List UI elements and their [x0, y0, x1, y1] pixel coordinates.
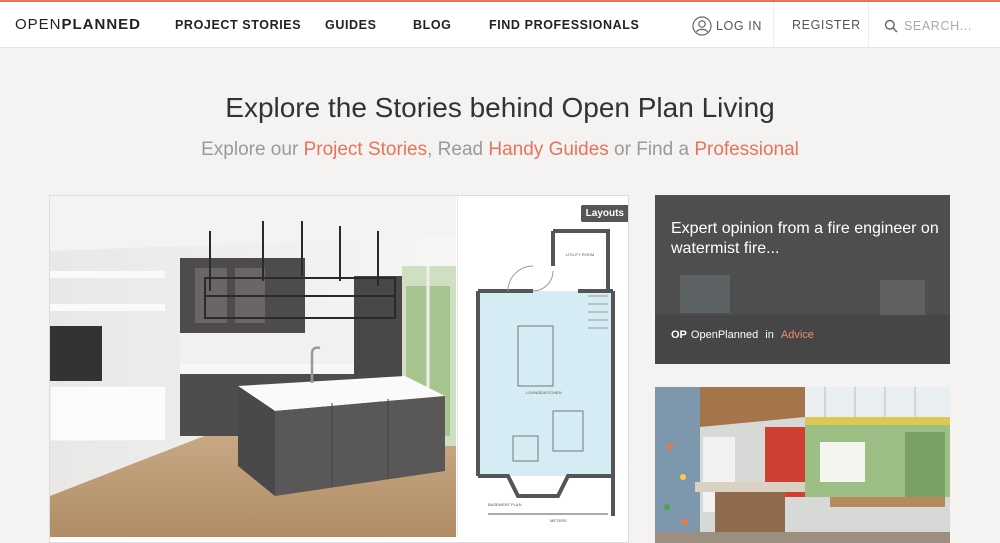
login-link[interactable]: LOG IN: [692, 14, 762, 38]
featured-story-card[interactable]: UTILITY ROOM LOUNGE/KITCHEN BASEMENT PLA…: [49, 195, 629, 543]
nav-guides[interactable]: GUIDES: [325, 18, 377, 32]
plan-label-meters: METERS: [550, 518, 567, 523]
link-project-stories[interactable]: Project Stories: [304, 139, 428, 160]
logo-part-open: OPEN: [15, 16, 62, 33]
nav-blog[interactable]: BLOG: [413, 18, 452, 32]
in-word: in: [762, 329, 777, 341]
nav-find-professionals[interactable]: FIND PROFESSIONALS: [489, 18, 639, 32]
floor-plan-image: UTILITY ROOM LOUNGE/KITCHEN BASEMENT PLA…: [457, 196, 628, 537]
plan-label-lounge: LOUNGE/KITCHEN: [526, 390, 562, 395]
hero-sub-text: Explore our: [201, 139, 304, 160]
link-professional[interactable]: Professional: [694, 139, 799, 160]
kitchen-photo: [50, 196, 456, 537]
advice-story-card[interactable]: Expert opinion from a fire engineer on w…: [655, 195, 950, 364]
card-title: Expert opinion from a fire engineer on w…: [671, 220, 939, 257]
hero-sub-text: or Find a: [608, 139, 695, 160]
page-title: Explore the Stories behind Open Plan Liv…: [225, 92, 775, 123]
header-divider: [773, 2, 774, 48]
author-name: OpenPlanned: [690, 329, 759, 341]
layouts-badge[interactable]: Layouts: [580, 205, 628, 222]
nav-project-stories[interactable]: PROJECT STORIES: [175, 18, 301, 32]
plan-label-utility: UTILITY ROOM: [566, 252, 594, 257]
logo-part-planned: PLANNED: [61, 16, 142, 33]
site-header: OPENPLANNED PROJECT STORIES GUIDES BLOG …: [0, 2, 1000, 48]
header-divider: [868, 2, 869, 48]
search-icon: [884, 19, 898, 33]
search-box[interactable]: [884, 14, 996, 38]
login-label: LOG IN: [716, 19, 762, 33]
kitchen-garden-photo: [655, 387, 950, 543]
category-link[interactable]: Advice: [781, 329, 814, 341]
register-link[interactable]: REGISTER: [792, 18, 861, 32]
story-photo-card[interactable]: [655, 387, 950, 543]
openplanned-logo: OP: [671, 329, 687, 341]
hero-subtitle: Explore our Project Stories, Read Handy …: [0, 139, 1000, 161]
user-icon: [692, 16, 712, 36]
plan-label-basement: BASEMENT PLAN: [488, 502, 522, 507]
link-handy-guides[interactable]: Handy Guides: [488, 139, 608, 160]
search-input[interactable]: [904, 19, 984, 33]
site-logo[interactable]: OPENPLANNED: [15, 16, 141, 33]
hero-sub-text: , Read: [427, 139, 489, 160]
card-meta: OP OpenPlanned in Advice: [671, 329, 814, 341]
